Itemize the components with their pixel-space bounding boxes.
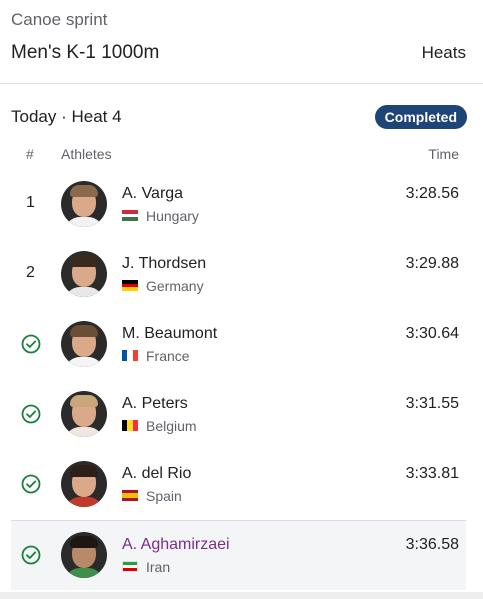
result-time: 3:31.55 <box>405 395 459 412</box>
france-flag-icon <box>122 350 138 361</box>
result-row[interactable]: 1 A. Varga Hungary 3:28.56 <box>0 170 483 240</box>
spain-flag-icon <box>122 490 138 501</box>
country-name: Iran <box>146 559 171 575</box>
avatar <box>61 391 107 437</box>
avatar <box>61 532 107 578</box>
avatar <box>61 321 107 367</box>
rank-number: 2 <box>26 264 35 281</box>
rank-number: 1 <box>26 194 35 211</box>
column-header-rank: # <box>26 146 34 162</box>
column-header-athletes: Athletes <box>61 146 112 162</box>
iran-flag-icon <box>122 561 138 572</box>
check-circle-icon <box>21 334 41 354</box>
result-time: 3:36.58 <box>405 536 459 553</box>
column-header-time: Time <box>428 146 459 162</box>
athlete-name[interactable]: A. Aghamirzaei <box>122 536 230 554</box>
check-circle-icon <box>21 474 41 494</box>
avatar <box>61 181 107 227</box>
result-row[interactable]: 2 J. Thordsen Germany 3:29.88 <box>0 240 483 310</box>
country-name: Germany <box>146 278 204 294</box>
bottom-divider <box>0 592 483 599</box>
result-time: 3:29.88 <box>405 255 459 272</box>
check-circle-icon <box>21 545 41 565</box>
country-name: Spain <box>146 488 182 504</box>
athlete-name[interactable]: M. Beaumont <box>122 325 217 343</box>
germany-flag-icon <box>122 280 138 291</box>
athlete-name[interactable]: A. Peters <box>122 395 188 413</box>
results-list: 1 A. Varga Hungary 3:28.56 2 J. Thordsen… <box>0 170 483 590</box>
event-title: Men's K-1 1000m <box>11 42 160 63</box>
athlete-name[interactable]: A. del Rio <box>122 465 191 483</box>
country-name: Belgium <box>146 418 197 434</box>
athlete-name[interactable]: A. Varga <box>122 185 183 203</box>
country-name: France <box>146 348 190 364</box>
check-circle-icon <box>21 404 41 424</box>
event-header: Canoe sprint Men's K-1 1000m Heats <box>0 0 483 84</box>
avatar <box>61 461 107 507</box>
status-badge: Completed <box>374 105 467 129</box>
hungary-flag-icon <box>122 210 138 221</box>
heat-header: Today · Heat 4 Completed <box>0 84 483 144</box>
round-label[interactable]: Heats <box>422 43 466 63</box>
result-row-highlighted[interactable]: A. Aghamirzaei Iran 3:36.58 <box>11 520 466 590</box>
result-time: 3:28.56 <box>405 185 459 202</box>
belgium-flag-icon <box>122 420 138 431</box>
country-name: Hungary <box>146 208 199 224</box>
result-time: 3:33.81 <box>405 465 459 482</box>
sport-name[interactable]: Canoe sprint <box>11 10 107 30</box>
result-time: 3:30.64 <box>405 325 459 342</box>
avatar <box>61 251 107 297</box>
result-row[interactable]: A. del Rio Spain 3:33.81 <box>0 450 483 520</box>
result-row[interactable]: M. Beaumont France 3:30.64 <box>0 310 483 380</box>
heat-title: Today · Heat 4 <box>11 107 122 126</box>
athlete-name[interactable]: J. Thordsen <box>122 255 206 273</box>
result-row[interactable]: A. Peters Belgium 3:31.55 <box>0 380 483 450</box>
